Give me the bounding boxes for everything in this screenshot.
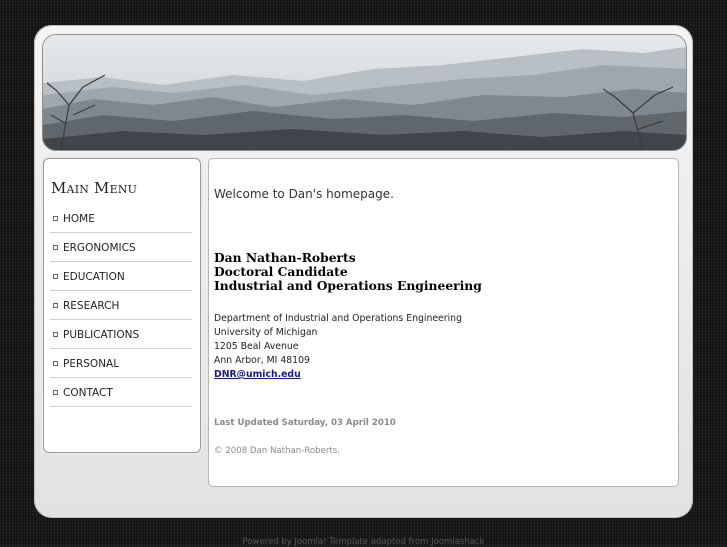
main-menu-list: HOME ERGONOMICS EDUCATION RESEARCH PUBLI… xyxy=(50,205,192,408)
menu-item-personal[interactable]: PERSONAL xyxy=(50,350,192,378)
copyright-text: © 2008 Dan Nathan-Roberts. xyxy=(214,446,341,456)
menu-item-publications[interactable]: PUBLICATIONS xyxy=(50,321,192,349)
menu-item-research[interactable]: RESEARCH xyxy=(50,292,192,320)
page-wrapper: Main Menu HOME ERGONOMICS EDUCATION RESE… xyxy=(34,25,693,518)
menu-item-label: ERGONOMICS xyxy=(63,241,136,254)
contact-address: Department of Industrial and Operations … xyxy=(214,312,462,382)
person-department: Industrial and Operations Engineering xyxy=(214,278,482,293)
address-street: 1205 Beal Avenue xyxy=(214,341,299,352)
bullet-icon xyxy=(53,361,58,366)
menu-item-label: EDUCATION xyxy=(63,270,125,283)
header-banner-image xyxy=(42,34,687,151)
menu-item-label: PUBLICATIONS xyxy=(63,328,140,341)
menu-item-label: HOME xyxy=(63,212,95,225)
main-menu-title: Main Menu xyxy=(51,179,138,197)
bullet-icon xyxy=(53,303,58,308)
person-role: Doctoral Candidate xyxy=(214,264,348,279)
menu-item-label: PERSONAL xyxy=(63,357,120,370)
menu-item-home[interactable]: HOME xyxy=(50,205,192,233)
last-updated-text: Last Updated Saturday, 03 April 2010 xyxy=(214,418,396,428)
menu-item-ergonomics[interactable]: ERGONOMICS xyxy=(50,234,192,262)
welcome-text: Welcome to Dan's homepage. xyxy=(214,187,394,201)
address-city: Ann Arbor, MI 48109 xyxy=(214,355,310,366)
menu-item-label: CONTACT xyxy=(63,386,113,399)
person-name: Dan Nathan-Roberts xyxy=(214,250,356,265)
name-block: Dan Nathan-Roberts Doctoral Candidate In… xyxy=(214,251,482,293)
bullet-icon xyxy=(53,216,58,221)
mountain-landscape-image xyxy=(43,35,686,150)
menu-item-contact[interactable]: CONTACT xyxy=(50,379,192,407)
footer-text: Powered by Joomla! Template adapted from… xyxy=(242,537,485,547)
bullet-icon xyxy=(53,245,58,250)
menu-item-label: RESEARCH xyxy=(63,299,120,312)
address-university: University of Michigan xyxy=(214,327,318,338)
email-link[interactable]: DNR@umich.edu xyxy=(214,369,301,380)
main-menu-panel: Main Menu HOME ERGONOMICS EDUCATION RESE… xyxy=(43,158,201,453)
bullet-icon xyxy=(53,390,58,395)
bullet-icon xyxy=(53,332,58,337)
bullet-icon xyxy=(53,274,58,279)
menu-item-education[interactable]: EDUCATION xyxy=(50,263,192,291)
main-content-panel: Welcome to Dan's homepage. Dan Nathan-Ro… xyxy=(208,158,679,487)
address-department: Department of Industrial and Operations … xyxy=(214,313,462,324)
